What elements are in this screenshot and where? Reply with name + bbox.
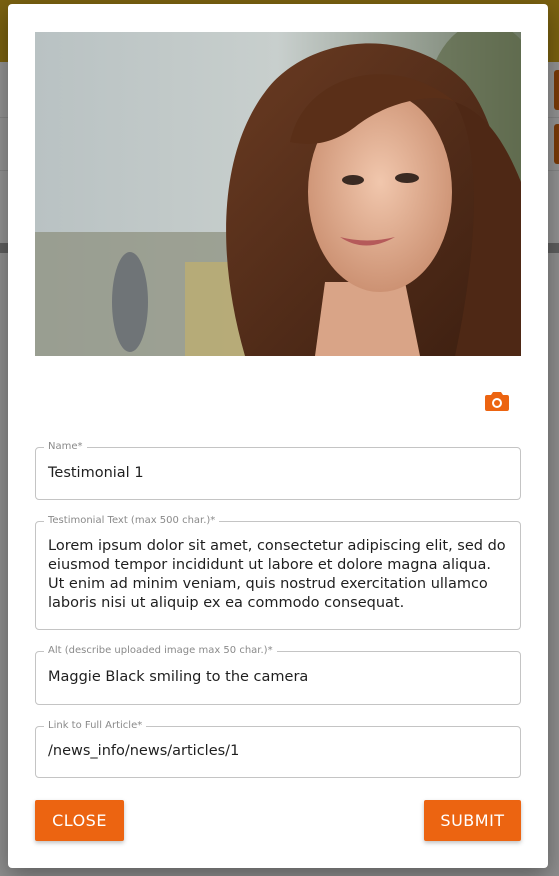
alt-text-input[interactable]: Maggie Black smiling to the camera — [48, 668, 508, 687]
article-link-field[interactable]: Link to Full Article* /news_info/news/ar… — [35, 719, 521, 778]
background-button — [554, 124, 559, 164]
camera-icon — [485, 392, 509, 411]
background-button — [554, 70, 559, 110]
submit-button[interactable]: SUBMIT — [424, 800, 521, 841]
name-input[interactable]: Testimonial 1 — [48, 464, 508, 483]
article-link-input[interactable]: /news_info/news/articles/1 — [48, 742, 508, 761]
alt-text-field[interactable]: Alt (describe uploaded image max 50 char… — [35, 644, 521, 705]
testimonial-edit-modal: Name* Testimonial 1 Testimonial Text (ma… — [8, 4, 548, 868]
close-button[interactable]: CLOSE — [35, 800, 124, 841]
testimonial-text-label: Testimonial Text (max 500 char.)* — [44, 514, 220, 528]
testimonial-photo — [35, 32, 521, 356]
testimonial-text-field[interactable]: Testimonial Text (max 500 char.)* Lorem … — [35, 514, 521, 630]
alt-text-label: Alt (describe uploaded image max 50 char… — [44, 644, 277, 658]
name-field-label: Name* — [44, 440, 87, 454]
article-link-label: Link to Full Article* — [44, 719, 147, 733]
camera-upload-button[interactable] — [483, 387, 511, 415]
name-field[interactable]: Name* Testimonial 1 — [35, 440, 521, 500]
testimonial-textarea[interactable]: Lorem ipsum dolor sit amet, consectetur … — [48, 537, 508, 613]
